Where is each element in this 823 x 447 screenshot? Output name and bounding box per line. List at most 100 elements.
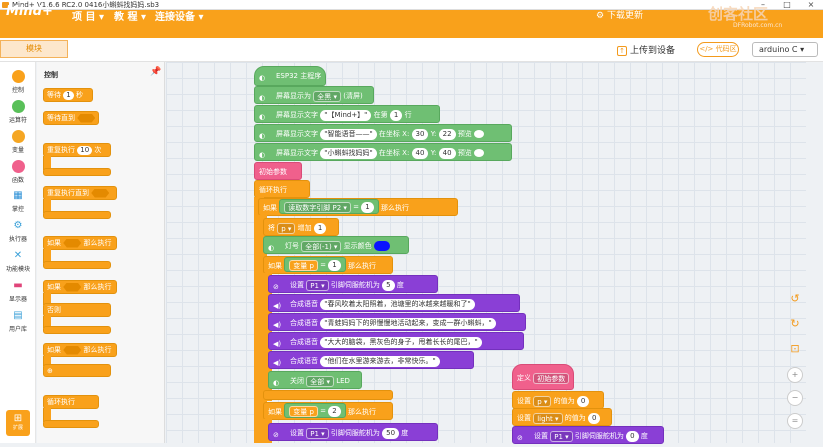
text-input[interactable]: "【Mind+】" — [320, 109, 372, 121]
palette-block-repeat-until[interactable]: 重复执行直到 — [43, 186, 117, 200]
palette-block-wait[interactable]: 等待 1 秒 — [43, 88, 93, 102]
screen-text-xy-block[interactable]: ◐ 屏幕显示文字 "智能语音——" 在坐标 X: 30 Y: 22 预览 — [254, 124, 512, 142]
menu-tutorial[interactable]: 教 程 ▾ — [114, 8, 146, 23]
servo-block[interactable]: ⊘ 设置 P1 ▾ 引脚伺服舵机为 5 度 — [268, 275, 438, 293]
compare-block[interactable]: 变量 p = 2 — [284, 403, 346, 418]
redo-icon[interactable]: ↻ — [787, 317, 803, 333]
pin-dropdown-value[interactable]: P2 — [332, 204, 341, 212]
category-functions[interactable]: 函数 — [0, 160, 36, 184]
if-var-block[interactable]: 如果 变量 p = 2 那么执行 — [263, 402, 393, 420]
wait-input[interactable]: 1 — [63, 90, 74, 100]
undo-icon[interactable]: ↺ — [787, 292, 803, 308]
download-update-button[interactable]: ⚙ 下载更新 — [596, 8, 643, 21]
compare-block[interactable]: 读取数字引脚 P2 ▾ = 1 — [279, 199, 379, 214]
palette-block-wait-until[interactable]: 等待直到 — [43, 111, 99, 125]
forever-loop-block[interactable]: 循环执行 — [254, 180, 310, 198]
preview-eye-icon[interactable] — [473, 149, 484, 157]
amount-input[interactable]: 1 — [313, 222, 327, 234]
pin-dropdown[interactable]: P1 ▾ — [306, 279, 329, 291]
workspace-scrollbar[interactable] — [806, 62, 823, 443]
pin-dropdown[interactable]: P1 ▾ — [306, 427, 329, 439]
pin-icon[interactable]: 📌 — [150, 67, 161, 77]
tts-text-input[interactable]: "青蛙妈妈下的卵慢慢地活动起来，变成一群小蝌蚪，" — [320, 317, 496, 329]
menu-connect-device[interactable]: 连接设备 ▾ — [155, 8, 204, 23]
category-mpython[interactable]: ▦ 掌控 — [0, 190, 36, 213]
y-input[interactable]: 40 — [438, 147, 456, 159]
palette-block-forever[interactable]: 循环执行 — [43, 395, 99, 409]
rgb-led-block[interactable]: ◐ 灯号 全部(-1) ▾ 显示颜色 — [263, 236, 409, 254]
set-var-block[interactable]: 设置 light ▾ 的值为 0 — [512, 408, 612, 426]
led-dropdown[interactable]: 全部 ▾ — [306, 375, 334, 387]
close-icon[interactable]: × — [799, 0, 823, 10]
line-input[interactable]: 1 — [389, 109, 403, 121]
tts-block[interactable]: ◀) 合成语音 "春风吹着太阳照着，池塘里的冰越来越暖和了" — [268, 294, 520, 312]
tab-blocks[interactable]: 模块 — [0, 40, 68, 58]
palette-block-if[interactable]: 如果 那么执行 — [43, 236, 117, 250]
screen-text-xy-block[interactable]: ◐ 屏幕显示文字 "小蝌蚪找妈妈" 在坐标 X: 40 Y: 40 预览 — [254, 143, 512, 161]
var-dropdown[interactable]: p ▾ — [533, 395, 552, 407]
led-off-block[interactable]: ◐ 关闭 全部 ▾ LED — [268, 371, 362, 389]
extension-button[interactable]: ⊞ 扩展 — [6, 410, 30, 436]
esp32-main-hat-block[interactable]: ◐ ESP32 主程序 — [254, 66, 326, 86]
category-actuators[interactable]: ⚙ 执行器 — [0, 220, 36, 243]
x-input[interactable]: 40 — [411, 147, 429, 159]
compare-block[interactable]: 变量 p = 1 — [284, 257, 346, 272]
servo-block[interactable]: ⊘ 设置 P1 ▾ 引脚伺服舵机为 50 度 — [268, 423, 438, 441]
value-input[interactable]: 0 — [587, 412, 601, 424]
upload-to-device-button[interactable]: ↑ 上传到设备 — [617, 43, 675, 56]
category-user-library[interactable]: ▤ 用户库 — [0, 310, 36, 333]
zoom-reset-icon[interactable]: = — [787, 413, 803, 429]
preview-eye-icon[interactable] — [473, 130, 484, 138]
var-dropdown[interactable]: p ▾ — [277, 222, 296, 234]
palette-block-if-elseif[interactable]: 如果 那么执行 — [43, 343, 117, 357]
screen-color-dropdown[interactable]: 全黑 ▾ — [313, 90, 341, 102]
tts-text-input[interactable]: "春风吹着太阳照着，池塘里的冰越来越暖和了" — [320, 298, 475, 310]
menu-project[interactable]: 项 目 ▾ — [72, 8, 104, 23]
angle-input[interactable]: 0 — [626, 430, 639, 442]
angle-input[interactable]: 50 — [382, 427, 400, 439]
category-displays[interactable]: ▬ 显示器 — [0, 280, 36, 303]
set-var-block[interactable]: 设置 p ▾ 的值为 0 — [512, 391, 604, 409]
text-input[interactable]: "小蝌蚪找妈妈" — [320, 147, 377, 159]
angle-input[interactable]: 5 — [382, 279, 395, 291]
if-block[interactable]: 如果 读取数字引脚 P2 ▾ = 1 那么执行 — [258, 198, 458, 216]
repeat-input[interactable]: 10 — [77, 145, 93, 155]
color-swatch[interactable] — [373, 241, 390, 251]
pin-dropdown[interactable]: P1 ▾ — [550, 430, 573, 442]
led-dropdown[interactable]: 全部(-1) ▾ — [301, 240, 342, 252]
screen-text-line-block[interactable]: ◐ 屏幕显示文字 "【Mind+】" 在第 1 行 — [254, 105, 440, 123]
screen-clear-block[interactable]: ◐ 屏幕显示为 全黑 ▾ (清屏) — [254, 86, 374, 104]
palette-block-repeat[interactable]: 重复执行 10 次 — [43, 143, 111, 157]
add-branch-icon[interactable]: ⊕ — [47, 367, 53, 375]
palette-block-if-else[interactable]: 如果 那么执行 — [43, 280, 117, 294]
value-input[interactable]: 1 — [328, 259, 341, 271]
crop-icon[interactable]: ⊡ — [787, 342, 803, 358]
block-text: 预览 — [457, 130, 472, 138]
text-input[interactable]: "智能语音——" — [320, 128, 377, 140]
tts-block[interactable]: ◀) 合成语音 "大大的脑袋，黑灰色的身子，甩着长长的尾巴，" — [268, 332, 524, 350]
change-var-block[interactable]: 将 p ▾ 增加 1 — [263, 218, 339, 236]
category-function-modules[interactable]: ✕ 功能模块 — [0, 250, 36, 273]
y-input[interactable]: 22 — [438, 128, 456, 140]
board-select[interactable]: arduino C ▾ — [752, 42, 818, 57]
x-input[interactable]: 30 — [411, 128, 429, 140]
category-control[interactable]: 控制 — [0, 70, 36, 94]
zoom-in-icon[interactable]: + — [787, 367, 803, 383]
zoom-out-icon[interactable]: − — [787, 390, 803, 406]
tts-text-input[interactable]: "大大的脑袋，黑灰色的身子，甩着长长的尾巴，" — [320, 336, 482, 348]
servo-block[interactable]: ⊘ 设置 P1 ▾ 引脚伺服舵机为 0 度 — [512, 426, 664, 444]
var-dropdown[interactable]: light ▾ — [533, 412, 563, 424]
call-init-params-block[interactable]: 初始参数 — [254, 162, 302, 180]
category-operators[interactable]: 运算符 — [0, 100, 36, 124]
category-variables[interactable]: 变量 — [0, 130, 36, 154]
value-input[interactable]: 1 — [361, 201, 374, 213]
code-area-toggle[interactable]: </> 代码区 — [697, 42, 739, 57]
tts-text-input[interactable]: "他们在水里游来游去，非常快乐。" — [320, 355, 440, 367]
if-var-block[interactable]: 如果 变量 p = 1 那么执行 — [263, 256, 393, 274]
value-input[interactable]: 0 — [576, 395, 590, 407]
tts-block[interactable]: ◀) 合成语音 "青蛙妈妈下的卵慢慢地活动起来，变成一群小蝌蚪，" — [268, 313, 526, 331]
value-input[interactable]: 2 — [328, 405, 341, 417]
maximize-icon[interactable]: □ — [775, 0, 799, 10]
tts-block[interactable]: ◀) 合成语音 "他们在水里游来游去，非常快乐。" — [268, 351, 474, 369]
function-definition-block[interactable]: 定义 初始参数 — [512, 364, 574, 390]
